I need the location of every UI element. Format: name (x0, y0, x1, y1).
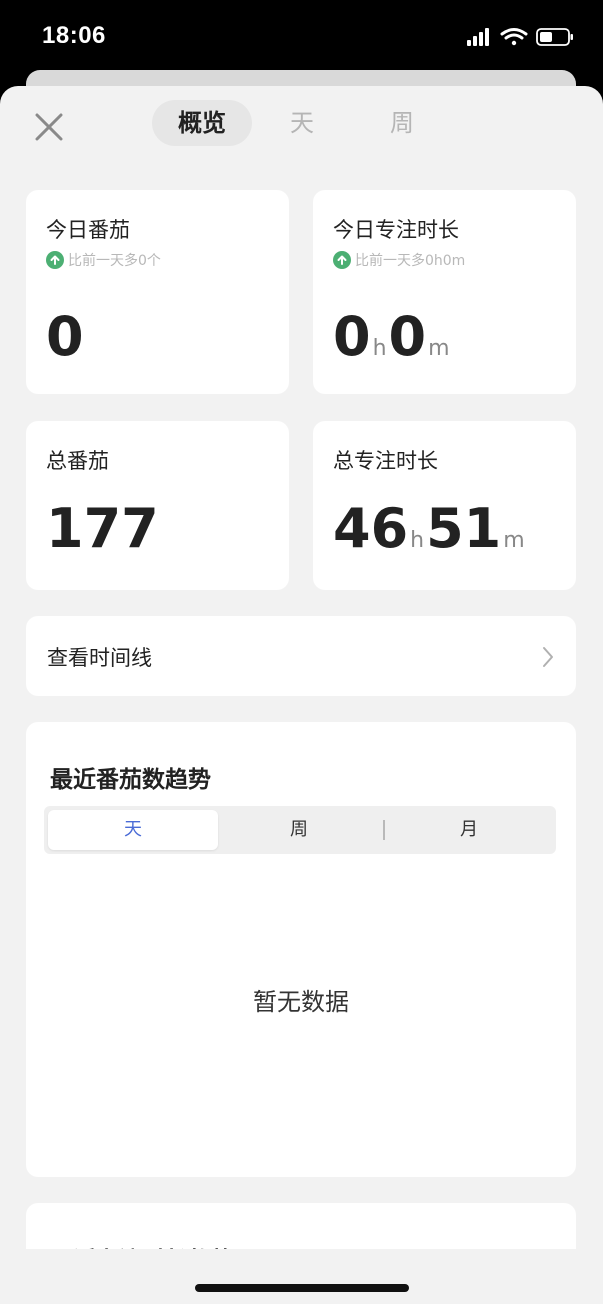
trend-period-selector: 天 周 月 (44, 806, 556, 854)
total-pomodoro-value: 177 (46, 497, 159, 560)
bottom-safe-area (0, 1249, 603, 1304)
empty-state-text: 暂无数据 (253, 988, 349, 1016)
wifi-icon (500, 28, 528, 46)
hours-value: 46 (333, 497, 409, 560)
compare-text: 比前一天多0h0m (333, 250, 465, 270)
minutes-unit: m (503, 528, 525, 553)
card-title: 总番茄 (46, 449, 109, 473)
close-icon (35, 113, 63, 141)
view-timeline-label: 查看时间线 (47, 646, 152, 670)
chevron-right-icon (542, 646, 554, 672)
battery-icon (536, 28, 573, 46)
status-icons-svg (467, 28, 573, 46)
card-title: 今日专注时长 (333, 218, 459, 242)
view-timeline-row[interactable]: 查看时间线 (26, 616, 576, 696)
minutes-value: 51 (426, 497, 502, 560)
close-button[interactable] (30, 108, 68, 146)
tab-overview[interactable]: 概览 (152, 100, 252, 146)
pomodoro-trend-card: 最近番茄数趋势 天 周 月 暂无数据 (26, 722, 576, 1177)
minutes-unit: m (428, 336, 450, 361)
status-time: 18:06 (42, 22, 106, 49)
trend-option-day[interactable]: 天 (48, 810, 218, 850)
arrow-up-icon (333, 251, 351, 269)
tab-week[interactable]: 周 (354, 100, 450, 146)
status-icons (465, 26, 577, 48)
today-pomodoro-card: 今日番茄 比前一天多0个 0 (26, 190, 289, 394)
total-focus-card: 总专注时长 46h51m (313, 421, 576, 590)
status-bar: 18:06 (0, 0, 603, 72)
compare-text: 比前一天多0个 (46, 250, 161, 270)
pomodoro-trend-title: 最近番茄数趋势 (50, 767, 211, 793)
compare-label: 比前一天多0个 (68, 253, 161, 269)
total-focus-value: 46h51m (333, 499, 527, 571)
compare-label: 比前一天多0h0m (355, 253, 466, 269)
card-title: 总专注时长 (333, 449, 438, 473)
stats-sheet: 概览 天 周 今日番茄 比前一天多0个 0 今日专注时长 比前一天多0h0m 0… (0, 86, 603, 1304)
trend-option-week[interactable]: 周 (234, 806, 364, 854)
today-pomodoro-value: 0 (46, 305, 84, 368)
signal-icon (467, 28, 489, 46)
arrow-up-icon (46, 251, 64, 269)
hours-unit: h (410, 528, 425, 553)
today-focus-card: 今日专注时长 比前一天多0h0m 0h0m (313, 190, 576, 394)
today-focus-value: 0h0m (333, 307, 452, 379)
home-indicator[interactable] (195, 1284, 409, 1292)
card-title: 今日番茄 (46, 218, 130, 242)
minutes-value: 0 (388, 305, 427, 368)
hours-value: 0 (333, 305, 371, 368)
total-pomodoro-card: 总番茄 177 (26, 421, 289, 590)
tab-day[interactable]: 天 (252, 100, 352, 146)
hours-unit: h (372, 336, 387, 361)
view-tabs: 概览 天 周 (152, 100, 450, 146)
trend-option-month[interactable]: 月 (404, 806, 534, 854)
segment-divider (383, 820, 385, 840)
